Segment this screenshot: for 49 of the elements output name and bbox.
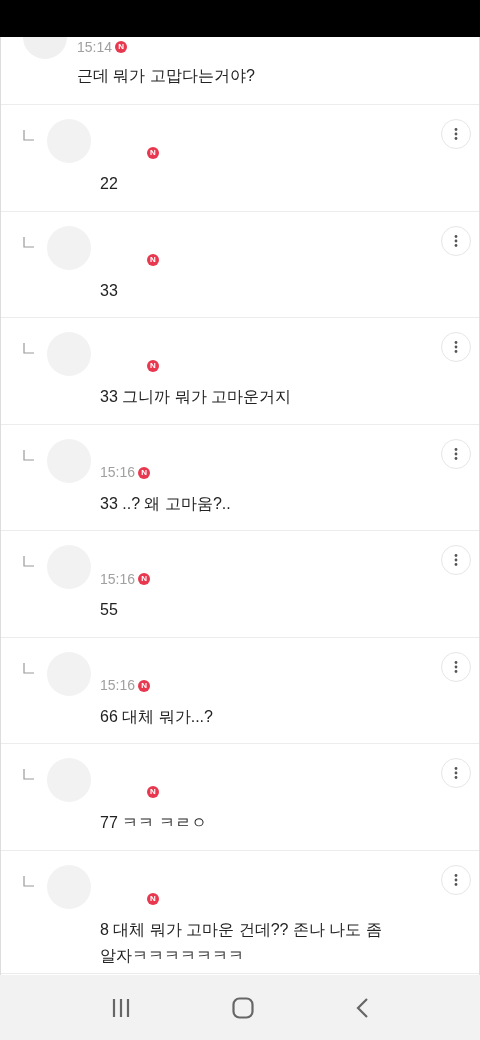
more-icon	[454, 660, 458, 673]
comment-text: 8 대체 뭐가 고마운 건데?? 존나 나도 좀 알자ㅋㅋㅋㅋㅋㅋㅋ	[100, 919, 383, 966]
new-badge: N	[138, 679, 151, 692]
home-icon[interactable]	[232, 996, 254, 1019]
comment-text: 77 ㅋㅋ ㅋㄹㅇ	[100, 813, 208, 833]
more-icon	[454, 447, 458, 460]
more-icon	[454, 128, 458, 140]
comment-text: 66 대체 뭐가...?	[100, 706, 214, 727]
more-icon	[454, 554, 458, 566]
more-options-button[interactable]	[441, 438, 471, 469]
comment-text: 33	[100, 280, 119, 301]
new-badge: N	[147, 786, 159, 798]
reply-indent-icon	[23, 130, 34, 141]
more-icon	[454, 873, 458, 886]
comment-text: 22	[100, 174, 119, 194]
comment-text: 33 그니까 뭐가 고마운거지	[100, 387, 293, 407]
reply-indent-icon	[23, 769, 34, 780]
reply-indent-icon	[23, 236, 34, 248]
comment-time: 15:16	[100, 676, 136, 695]
reply-indent-icon	[23, 662, 34, 674]
more-options-button[interactable]	[441, 864, 471, 895]
comment-text: 33 ..? 왜 고마움?..	[100, 493, 232, 514]
new-badge: N	[147, 147, 159, 159]
comment-text: 55	[100, 600, 119, 620]
more-options-button[interactable]	[441, 545, 471, 575]
reply-indent-icon	[23, 875, 34, 887]
reply-indent-icon	[23, 449, 34, 461]
more-options-button[interactable]	[441, 225, 471, 256]
more-options-button[interactable]	[441, 119, 471, 149]
comment-time: 15:16	[100, 569, 136, 589]
comment-time: 15:14	[77, 37, 113, 57]
more-options-button[interactable]	[441, 651, 471, 682]
new-badge: N	[147, 360, 159, 372]
comment-text: 근데 뭐가 고맙다는거야?	[77, 66, 255, 86]
new-badge: N	[115, 41, 128, 53]
reply-indent-icon	[23, 556, 34, 567]
more-options-button[interactable]	[441, 758, 471, 788]
new-badge: N	[147, 253, 159, 266]
more-icon	[454, 341, 458, 353]
reply-indent-icon	[23, 343, 34, 354]
more-icon	[454, 234, 458, 247]
comment-time: 15:16	[100, 463, 136, 482]
more-options-button[interactable]	[441, 332, 471, 362]
more-icon	[454, 767, 458, 779]
new-badge: N	[138, 573, 151, 585]
new-badge: N	[138, 466, 151, 479]
recent-apps-icon[interactable]	[110, 997, 131, 1018]
back-icon[interactable]	[355, 996, 370, 1019]
new-badge: N	[147, 892, 159, 905]
